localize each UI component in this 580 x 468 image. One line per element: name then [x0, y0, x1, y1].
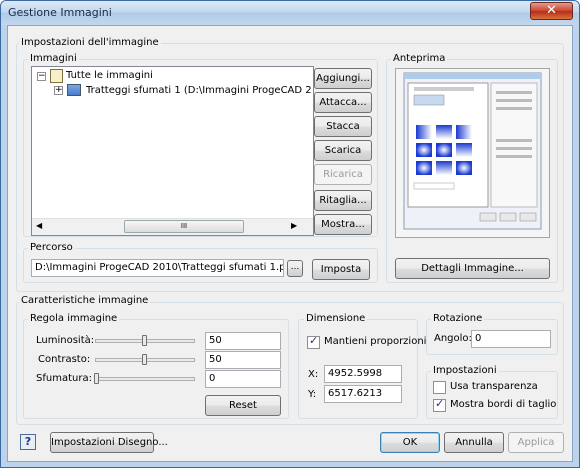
- set-path-button[interactable]: Imposta: [312, 259, 370, 280]
- y-size-input[interactable]: 6517.6213: [324, 385, 402, 403]
- brightness-label: Luminosità:: [36, 335, 95, 346]
- browse-button[interactable]: ...: [287, 260, 303, 277]
- expand-icon[interactable]: +: [54, 86, 63, 95]
- y-label: Y:: [308, 389, 317, 400]
- window-title: Gestione Immagini: [8, 6, 112, 19]
- reload-button[interactable]: Ricarica: [314, 164, 372, 185]
- image-details-button[interactable]: Dettagli Immagine...: [395, 258, 550, 279]
- keep-ratio-label: Mantieni proporzioni: [324, 336, 427, 347]
- image-file-icon: [67, 84, 81, 96]
- attach-button[interactable]: Attacca...: [314, 92, 372, 113]
- ok-button[interactable]: OK: [380, 432, 440, 453]
- image-settings-label: Impostazioni dell'immagine: [19, 37, 161, 48]
- drawing-settings-button[interactable]: Impostazioni Disegno...: [50, 432, 168, 453]
- x-label: X:: [308, 369, 319, 380]
- angle-label: Angolo:: [434, 333, 472, 344]
- fade-slider-thumb[interactable]: [94, 373, 99, 384]
- horizontal-scrollbar[interactable]: ◀ ▶ III: [32, 218, 313, 235]
- preview-label: Anteprima: [391, 53, 448, 64]
- image-properties-label: Caratteristiche immagine: [19, 295, 151, 306]
- settings-label: Impostazioni: [431, 365, 499, 376]
- clip-button[interactable]: Ritaglia...: [314, 190, 372, 211]
- image-preview: [395, 68, 550, 238]
- detach-button[interactable]: Stacca: [314, 116, 372, 137]
- contrast-slider-thumb[interactable]: [142, 354, 147, 365]
- apply-button[interactable]: Applica: [508, 432, 564, 453]
- images-label: Immagini: [28, 53, 79, 64]
- help-icon[interactable]: ?: [20, 434, 36, 450]
- cancel-button[interactable]: Annulla: [444, 432, 504, 453]
- tree-root-item[interactable]: Tutte le immagini: [66, 70, 153, 81]
- keep-ratio-checkbox[interactable]: [307, 334, 320, 349]
- contrast-input[interactable]: 50: [205, 351, 281, 369]
- brightness-slider-thumb[interactable]: [142, 335, 147, 346]
- tree-item-image[interactable]: Tratteggi sfumati 1 (D:\Immagini ProgeCA…: [86, 85, 312, 96]
- dialog-client-area: Impostazioni dell'immagine Immagini − Tu…: [7, 25, 573, 462]
- show-clip-border-checkbox[interactable]: [433, 397, 446, 412]
- use-transparency-label: Usa transparenza: [450, 381, 538, 392]
- close-icon: ✕: [546, 3, 557, 18]
- images-folder-icon: [50, 69, 63, 83]
- fade-label: Sfumatura:: [36, 373, 92, 384]
- unload-button[interactable]: Scarica: [314, 140, 372, 161]
- use-transparency-checkbox[interactable]: [433, 381, 446, 394]
- reset-button[interactable]: Reset: [205, 395, 281, 416]
- show-button[interactable]: Mostra...: [314, 214, 372, 235]
- path-label: Percorso: [28, 242, 75, 253]
- dialog-window: Gestione Immagini ✕ Impostazioni dell'im…: [0, 0, 580, 468]
- x-size-input[interactable]: 4952.5998: [324, 365, 402, 383]
- fade-input[interactable]: 0: [205, 370, 281, 388]
- brightness-input[interactable]: 50: [205, 332, 281, 350]
- images-tree[interactable]: − Tutte le immagini + Tratteggi sfumati …: [31, 66, 314, 236]
- add-button[interactable]: Aggiungi...: [314, 68, 372, 89]
- path-input[interactable]: D:\Immagini ProgeCAD 2010\Tratteggi sfum…: [31, 259, 284, 277]
- fade-slider[interactable]: [95, 377, 195, 381]
- rotation-label: Rotazione: [431, 313, 485, 324]
- adjust-image-label: Regola immagine: [28, 313, 120, 324]
- show-clip-border-label: Mostra bordi di taglio: [450, 399, 557, 410]
- scroll-right-icon[interactable]: ▶: [291, 221, 297, 230]
- contrast-label: Contrasto:: [38, 354, 91, 365]
- preview-thumbnail: [403, 72, 542, 230]
- scroll-left-icon[interactable]: ◀: [36, 221, 42, 230]
- dimension-label: Dimensione: [304, 313, 368, 324]
- angle-input[interactable]: 0: [471, 330, 551, 348]
- close-button[interactable]: ✕: [530, 2, 573, 20]
- title-bar: Gestione Immagini ✕: [1, 1, 579, 25]
- collapse-icon[interactable]: −: [37, 72, 46, 81]
- scroll-thumb[interactable]: III: [124, 220, 244, 233]
